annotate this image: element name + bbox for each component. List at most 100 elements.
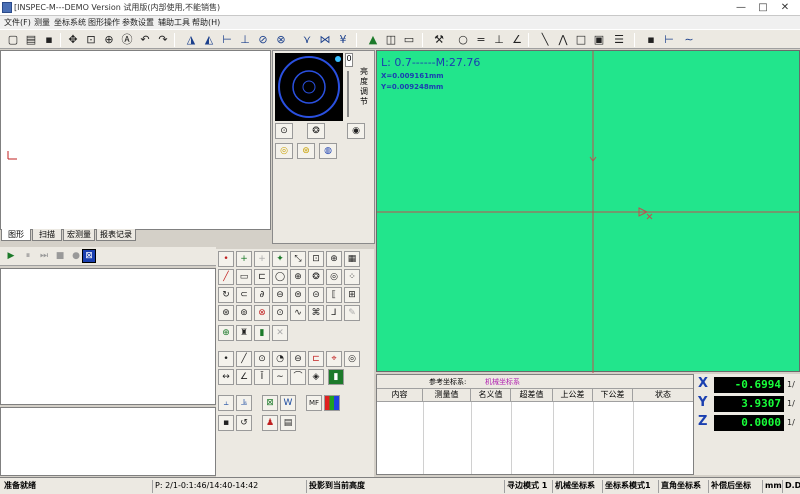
angle-tool-icon[interactable]: ∠ (236, 369, 252, 385)
graphics-panel[interactable] (0, 50, 271, 230)
pause-icon[interactable]: ⏸ (22, 250, 34, 262)
camera-icon[interactable]: ▦ (344, 251, 360, 267)
magnify-icon[interactable]: ⊕ (326, 251, 342, 267)
z-value[interactable]: 0.0000 (714, 415, 784, 431)
symmetry-icon[interactable]: ⋀ (556, 33, 570, 47)
doc-icon[interactable]: ▤ (280, 415, 296, 431)
brightness-slider[interactable] (347, 71, 349, 117)
undo-icon[interactable]: ↶ (138, 33, 152, 47)
save-small-icon[interactable]: ▪ (218, 415, 234, 431)
construct-circle-icon[interactable]: ⊙ (254, 351, 270, 367)
menu-tools[interactable]: 辅助工具 (158, 17, 190, 28)
height-tool-icon[interactable]: Ī (254, 369, 270, 385)
zoom-window-icon[interactable]: ⊡ (84, 33, 98, 47)
radius-icon[interactable]: ⊗ (274, 33, 288, 47)
menu-graphics[interactable]: 图形操作 (88, 17, 120, 28)
tab-graphics[interactable]: 图形 (1, 229, 31, 241)
arc-3-icon[interactable]: ∂ (254, 287, 270, 303)
circle-tool-icon[interactable]: ○ (456, 33, 470, 47)
minimize-button[interactable]: — (730, 1, 752, 14)
column-status[interactable]: 状态 (633, 389, 693, 402)
auto-edge-icon[interactable]: ⊡ (308, 251, 324, 267)
horizontal-dim-icon[interactable]: ⊢ (220, 33, 234, 47)
ellipse-2-icon[interactable]: ⊜ (290, 287, 306, 303)
redo-icon[interactable]: ↷ (156, 33, 170, 47)
point-dim-icon[interactable]: ¥ (336, 33, 350, 47)
curve-tool-icon[interactable]: ∼ (272, 369, 288, 385)
green-arrow-icon[interactable]: ▲ (366, 33, 380, 47)
y-value[interactable]: 3.9307 (714, 396, 784, 412)
stop-icon[interactable]: ■ (54, 250, 66, 262)
frame-icon[interactable]: ◫ (384, 33, 398, 47)
construct-key-icon[interactable]: ⌖ (326, 351, 342, 367)
dim-tool-1-icon[interactable]: ◮ (184, 33, 198, 47)
construct-arc-icon[interactable]: ◔ (272, 351, 288, 367)
column-measured[interactable]: 测量值 (423, 389, 471, 402)
light-toggle-icon[interactable]: ⊙ (275, 123, 293, 139)
menu-help[interactable]: 帮助(H) (192, 17, 220, 28)
line-tool-icon[interactable]: ╲ (538, 33, 552, 47)
vertical-dim-icon[interactable]: ⊥ (238, 33, 252, 47)
delete-icon[interactable]: ✕ (272, 325, 288, 341)
edge-point-icon[interactable]: ✦ (272, 251, 288, 267)
surface-light-icon[interactable]: ◎ (275, 143, 293, 159)
tab-scan[interactable]: 扫描 (32, 229, 62, 241)
menu-measure[interactable]: 测量 (34, 17, 50, 28)
ellipse-3-icon[interactable]: ⊝ (308, 287, 324, 303)
coax-light-icon[interactable]: ◉ (347, 123, 365, 139)
circle-cross-icon[interactable]: ⊕ (290, 269, 306, 285)
shape-5-icon[interactable]: ⌘ (308, 305, 324, 321)
bracket-icon[interactable]: ⟦ (326, 287, 342, 303)
construct-slot-icon[interactable]: ⊏ (308, 351, 324, 367)
shape-tool-icon[interactable]: ◈ (308, 369, 324, 385)
wave-icon[interactable]: ∿ (290, 305, 306, 321)
column-upper-tol[interactable]: 上公差 (553, 389, 593, 402)
angle-dim-icon[interactable]: ⋎ (300, 33, 314, 47)
record-icon[interactable]: ● (70, 250, 82, 262)
person-icon[interactable]: ♟ (262, 415, 278, 431)
menu-coordinate[interactable]: 坐标系统 (54, 17, 86, 28)
arc-2-icon[interactable]: ⊂ (236, 287, 252, 303)
refresh-icon[interactable]: ↺ (236, 415, 252, 431)
save-icon[interactable]: ▪ (42, 33, 56, 47)
axis-icon[interactable]: ⊢ (662, 33, 676, 47)
construct-point-icon[interactable]: • (218, 351, 234, 367)
tab-report[interactable]: 报表记录 (96, 229, 136, 241)
construct-ellipse-icon[interactable]: ⊖ (290, 351, 306, 367)
hammer-icon[interactable]: ⚒ (432, 33, 446, 47)
distance-icon[interactable]: ⋈ (318, 33, 332, 47)
curve-icon[interactable]: ∼ (682, 33, 696, 47)
align-1-icon[interactable]: ⫠ (218, 395, 234, 411)
add-feature-icon[interactable]: ⊕ (218, 325, 234, 341)
scale-icon[interactable]: ⤡ (290, 251, 306, 267)
align-2-icon[interactable]: ⫡ (236, 395, 252, 411)
box-icon[interactable]: ▭ (402, 33, 416, 47)
shape-1-icon[interactable]: ⊛ (218, 305, 234, 321)
distance-tool-icon[interactable]: ↔ (218, 369, 234, 385)
maximize-button[interactable]: □ (752, 1, 774, 14)
circle-fit-icon[interactable]: ❂ (308, 269, 324, 285)
rect-icon[interactable]: ▭ (236, 269, 252, 285)
camera-view[interactable]: L: 0.7------M:27.76 X=0.009161mm Y=0.009… (376, 50, 800, 373)
contour-light-icon[interactable]: ⊛ (297, 143, 315, 159)
perpendicular-icon[interactable]: ⊥ (492, 33, 506, 47)
concentric-icon[interactable]: ◎ (326, 269, 342, 285)
square-filled-icon[interactable]: ▣ (592, 33, 606, 47)
close-button[interactable]: ✕ (774, 1, 796, 14)
slot-icon[interactable]: ⊏ (254, 269, 270, 285)
cross-point-icon[interactable]: + (236, 251, 252, 267)
pan-icon[interactable]: ✥ (66, 33, 80, 47)
open-folder-icon[interactable]: ▤ (24, 33, 38, 47)
shape-3-icon[interactable]: ⊗ (254, 305, 270, 321)
equal-icon[interactable]: = (474, 33, 488, 47)
line-measure-icon[interactable]: ╱ (218, 269, 234, 285)
list-icon[interactable]: ☰ (612, 33, 626, 47)
column-lower-tol[interactable]: 下公差 (593, 389, 633, 402)
macro-list[interactable] (0, 268, 216, 405)
column-deviation[interactable]: 超差值 (511, 389, 553, 402)
profile-tool-icon[interactable]: ⌒ (290, 369, 306, 385)
shape-2-icon[interactable]: ⊚ (236, 305, 252, 321)
color-icon[interactable] (324, 395, 340, 411)
zoom-all-icon[interactable]: Ⓐ (120, 33, 134, 47)
quad-light-icon[interactable]: ◍ (319, 143, 337, 159)
